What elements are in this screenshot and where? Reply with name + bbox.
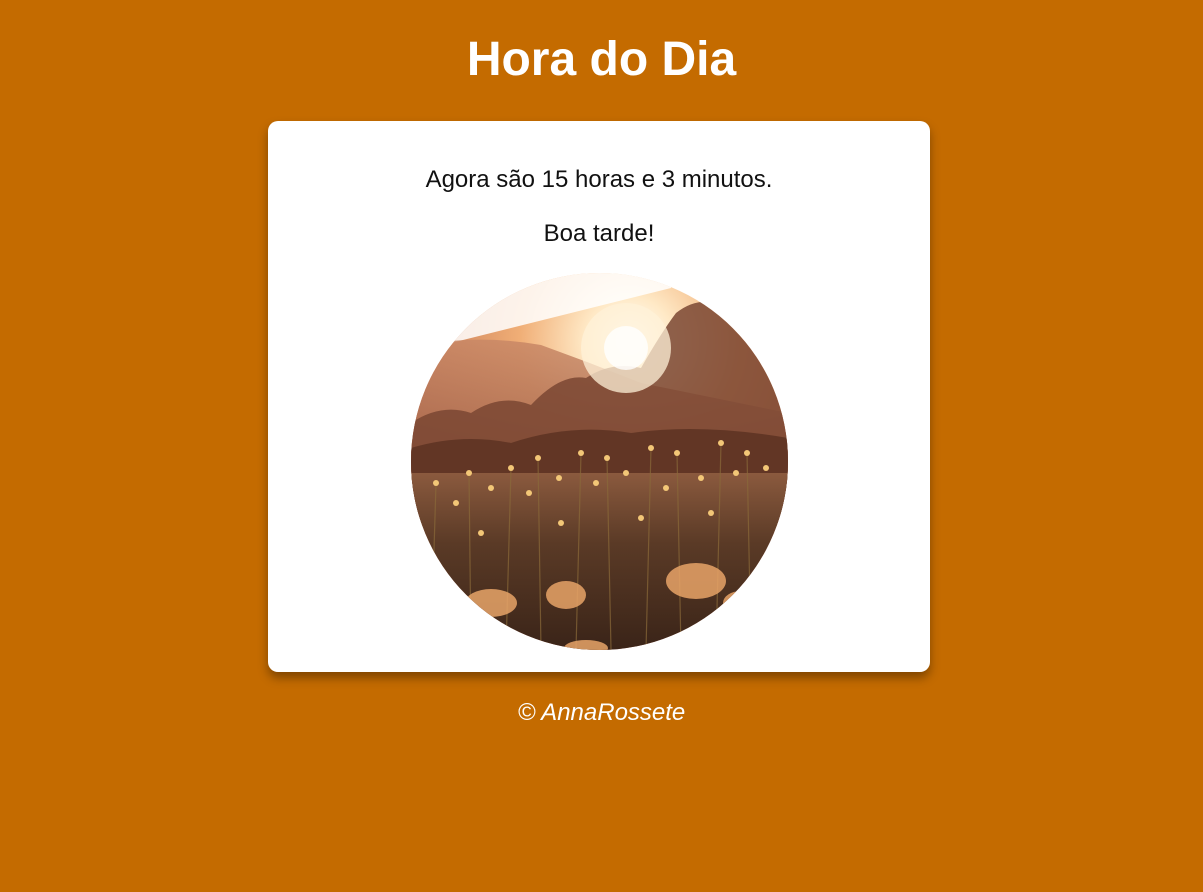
copyright-footer: © AnnaRossete: [517, 699, 686, 726]
page: Hora do Dia Agora são 15 horas e 3 minut…: [0, 0, 1203, 892]
greeting-message: Boa tarde!: [543, 220, 655, 247]
time-of-day-image: [411, 273, 788, 650]
page-title: Hora do Dia: [466, 33, 737, 86]
current-time-message: Agora são 15 horas e 3 minutos.: [425, 166, 773, 193]
time-card: Agora são 15 horas e 3 minutos. Boa tard…: [268, 121, 930, 672]
sunset-field-illustration: [411, 273, 788, 650]
